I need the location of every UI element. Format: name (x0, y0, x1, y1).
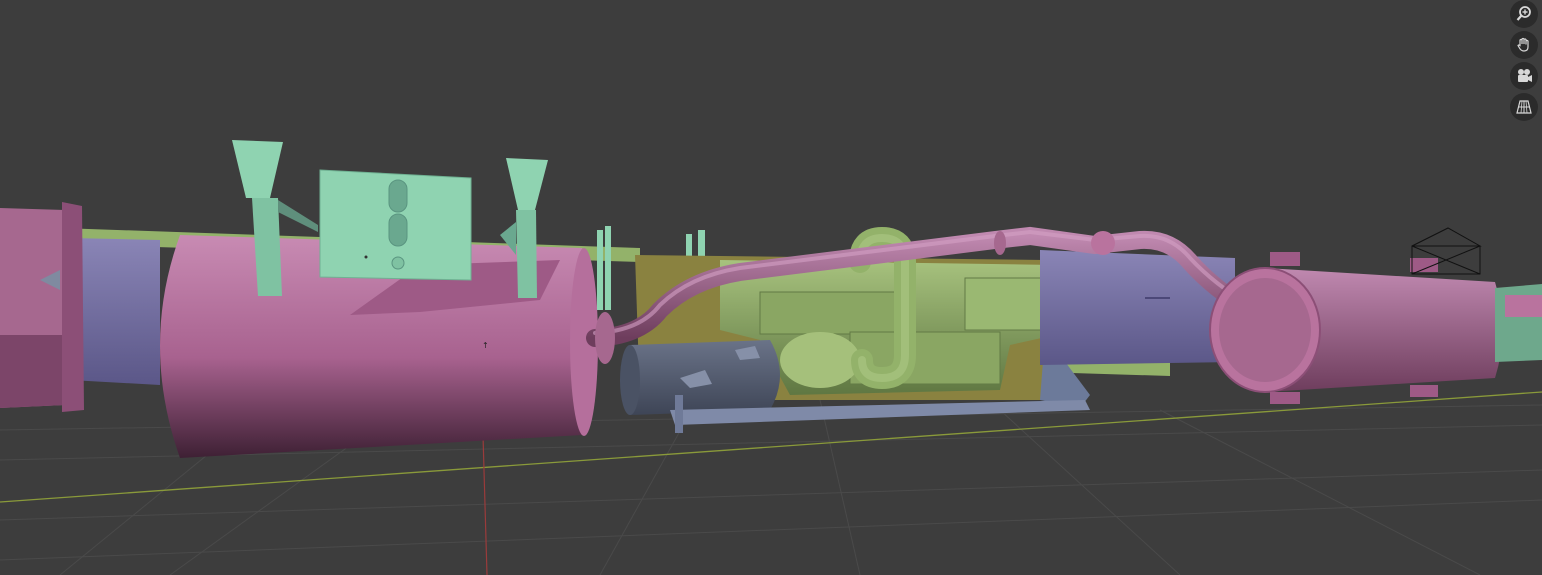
zoom-button[interactable] (1510, 0, 1538, 28)
pan-button[interactable] (1510, 31, 1538, 59)
grid-perspective-icon (1516, 100, 1532, 114)
camera-view-button[interactable] (1510, 62, 1538, 90)
perspective-toggle-button[interactable] (1510, 93, 1538, 121)
control-panel (319, 169, 472, 281)
zoom-icon (1516, 6, 1531, 21)
battery (620, 340, 780, 415)
muffler (1209, 252, 1503, 404)
camera-icon (1518, 69, 1532, 82)
scene-canvas[interactable]: ↑ (0, 0, 1542, 575)
flange (0, 202, 84, 412)
origin-marker: ↑ (482, 341, 489, 350)
hand-pan-icon (1517, 37, 1529, 52)
3d-viewport[interactable]: ↑ (0, 0, 1542, 575)
